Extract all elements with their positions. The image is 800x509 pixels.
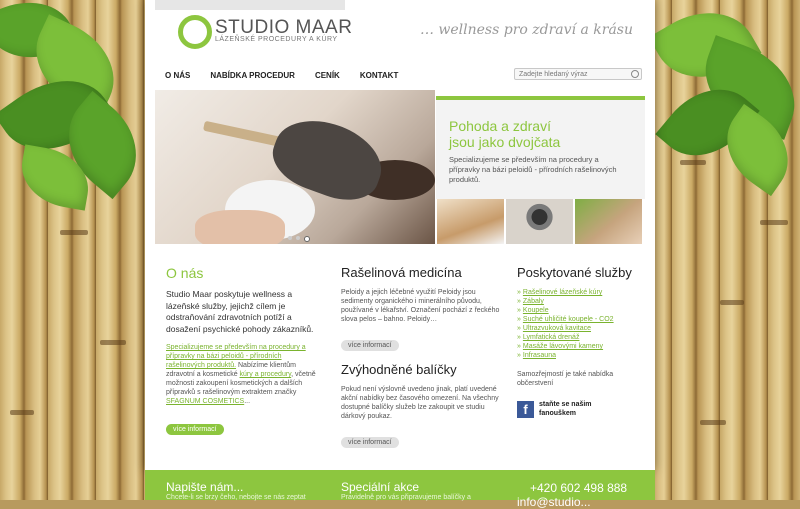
about-body: Specializujeme se především na procedury… <box>166 343 321 406</box>
service-link[interactable]: Koupele <box>517 306 647 315</box>
hero-slideshow-image[interactable] <box>155 90 435 244</box>
service-link[interactable]: Rašelinové lázeňské kúry <box>517 288 647 297</box>
top-strip <box>155 0 345 10</box>
thumbnail-1[interactable] <box>437 199 504 244</box>
search-icon[interactable] <box>631 70 639 78</box>
service-link[interactable]: Suché uhličité koupele - CO2 <box>517 315 647 324</box>
packages-more-button[interactable]: více informací <box>341 437 399 448</box>
nav-item-kontakt[interactable]: KONTAKT <box>360 71 399 80</box>
search-placeholder: Zadejte hledaný výraz <box>519 71 588 78</box>
tagline: … wellness pro zdraví a krásu <box>419 22 633 38</box>
about-link-cures[interactable]: kúry a procedury <box>240 371 292 378</box>
thumbnail-3[interactable] <box>575 199 642 244</box>
footer-special-title: Speciální akce <box>341 480 420 494</box>
service-link[interactable]: Zábaly <box>517 297 647 306</box>
slide-dot[interactable] <box>288 236 292 240</box>
page-content: STUDIO MAAR LÁZEŇSKÉ PROCEDURY A KÚRY … … <box>145 0 655 470</box>
services-note: Samozřejmostí je také nabídka občerstven… <box>517 371 614 387</box>
nav-item-nabidka-procedur[interactable]: NABÍDKA PROCEDUR <box>210 71 295 80</box>
peat-text: Peloidy a jejich léčebné využití Peloidy… <box>341 289 500 323</box>
about-intro: Studio Maar poskytuje wellness a lázeňsk… <box>166 289 314 334</box>
about-link-sfagnum[interactable]: SFAGNUM COSMETICS <box>166 398 244 405</box>
search-input[interactable]: Zadejte hledaný výraz <box>514 68 642 80</box>
promo-title-line1: Pohoda a zdraví <box>449 118 551 134</box>
logo-ring-icon <box>178 15 212 49</box>
service-link[interactable]: Ultrazvuková kavitace <box>517 324 647 333</box>
peat-section: Rašelinová medicína Peloidy a jejich léč… <box>341 265 501 352</box>
packages-text: Pokud není výslovně uvedeno jinak, platí… <box>341 386 499 420</box>
bamboo-node <box>720 300 744 305</box>
slide-dot-active[interactable] <box>304 236 310 242</box>
facebook-fan-link[interactable]: f staňte se našim fanouškem <box>517 400 647 418</box>
bamboo-node <box>100 340 126 345</box>
footer-email[interactable]: info@studio... <box>517 495 591 509</box>
facebook-icon: f <box>517 400 534 418</box>
peat-more-button[interactable]: více informací <box>341 340 399 351</box>
services-title: Poskytované služby <box>517 265 632 280</box>
packages-section: Zvýhodněné balíčky Pokud není výslovně u… <box>341 362 501 449</box>
slide-dot[interactable] <box>296 236 300 240</box>
main-nav: O NÁS NABÍDKA PROCEDUR CENÍK KONTAKT <box>165 71 398 80</box>
packages-title: Zvýhodněné balíčky <box>341 362 457 377</box>
footer-contact-title: Napište nám... <box>166 480 244 494</box>
service-link[interactable]: Masáže lávovými kameny <box>517 342 647 351</box>
about-more-button[interactable]: více informací <box>166 424 224 435</box>
bamboo-node <box>700 420 726 425</box>
promo-title: Pohoda a zdraví jsou jako dvojčata <box>449 118 560 150</box>
services-section: Poskytované služby Rašelinové lázeňské k… <box>517 265 647 418</box>
footer: Napište nám... Chcete-li se brzy čeho, n… <box>145 470 655 509</box>
thumbnail-2[interactable] <box>506 199 573 244</box>
bamboo-node <box>760 220 788 225</box>
about-title: O nás <box>166 265 204 281</box>
promo-box: Pohoda a zdraví jsou jako dvojčata Speci… <box>436 96 645 199</box>
bamboo-node <box>680 160 706 165</box>
facebook-fan-text: staňte se našim fanouškem <box>539 401 592 417</box>
logo-subtitle: LÁZEŇSKÉ PROCEDURY A KÚRY <box>215 36 338 43</box>
hand-shape <box>195 210 285 244</box>
promo-title-line2: jsou jako dvojčata <box>449 134 561 150</box>
footer-phone[interactable]: +420 602 498 888 <box>530 481 627 495</box>
services-list: Rašelinové lázeňské kúry Zábaly Koupele … <box>517 288 647 360</box>
about-text: ... <box>244 398 251 405</box>
promo-text: Specializujeme se především na procedury… <box>449 155 617 184</box>
slideshow-dots <box>288 236 310 242</box>
nav-item-cenik[interactable]: CENÍK <box>315 71 340 80</box>
service-link[interactable]: Infrasauna <box>517 351 647 360</box>
bamboo-node <box>10 410 34 415</box>
service-link[interactable]: Lymfatická drenáž <box>517 333 647 342</box>
about-section: O nás Studio Maar poskytuje wellness a l… <box>166 265 321 436</box>
bamboo-node <box>60 230 88 235</box>
peat-title: Rašelinová medicína <box>341 265 462 280</box>
nav-item-o-nas[interactable]: O NÁS <box>165 71 190 80</box>
